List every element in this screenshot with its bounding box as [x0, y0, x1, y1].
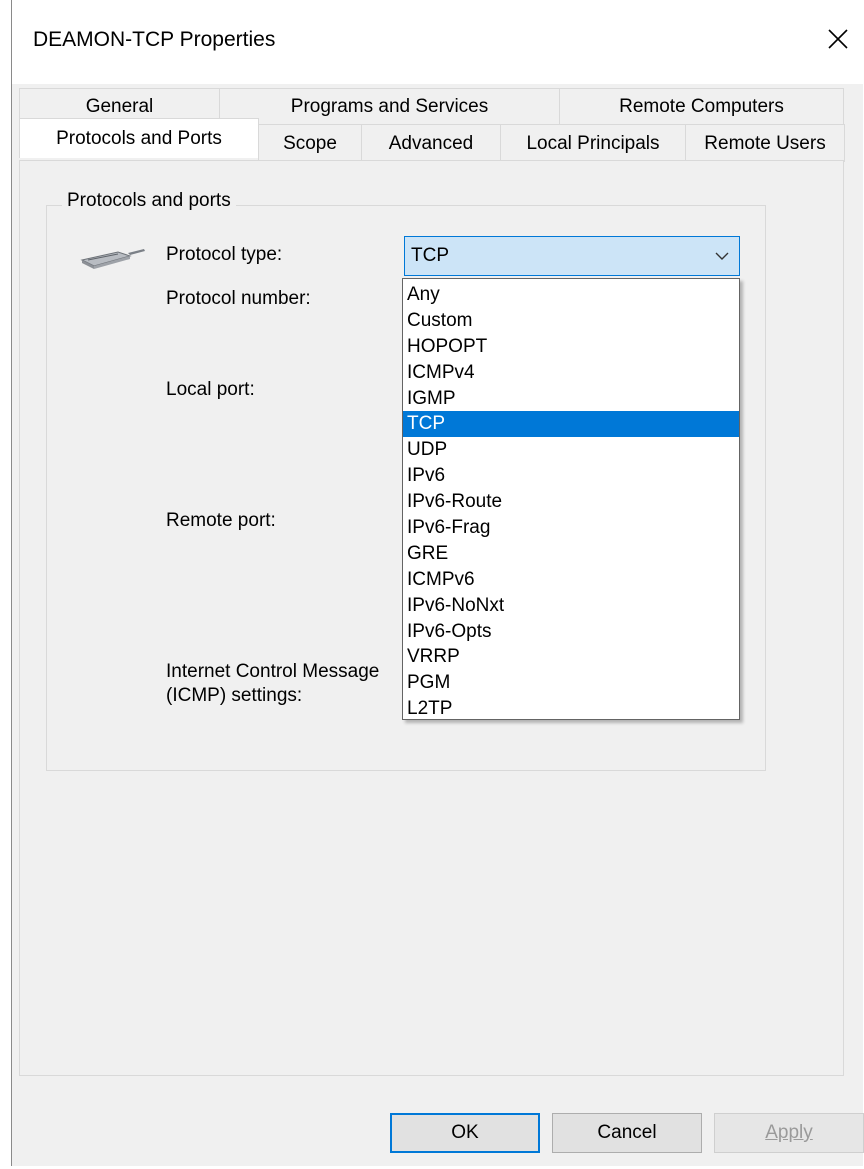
dropdown-option[interactable]: Custom [403, 308, 739, 334]
tab-local-principals[interactable]: Local Principals [500, 124, 686, 162]
cancel-button-label: Cancel [597, 1122, 657, 1143]
dropdown-option[interactable]: ICMPv4 [403, 360, 739, 386]
tab-row-bottom: Protocols and Ports Scope Advanced Local… [19, 118, 845, 162]
dropdown-option[interactable]: ICMPv6 [403, 567, 739, 593]
protocol-type-select[interactable]: TCP [404, 236, 740, 276]
dropdown-option[interactable]: Any [403, 282, 739, 308]
tab-remote-users[interactable]: Remote Users [685, 124, 845, 162]
protocol-type-value: TCP [411, 245, 449, 266]
dropdown-option[interactable]: IPv6-Route [403, 489, 739, 515]
window-title: DEAMON-TCP Properties [33, 28, 276, 51]
dropdown-option[interactable]: PGM [403, 670, 739, 696]
protocol-type-label: Protocol type: [166, 244, 283, 265]
dropdown-option[interactable]: VRRP [403, 644, 739, 670]
dropdown-option[interactable]: GRE [403, 541, 739, 567]
ok-button-label: OK [451, 1122, 479, 1143]
tab-label: Remote Users [704, 132, 826, 154]
protocol-type-dropdown-list[interactable]: Any Custom HOPOPT ICMPv4 IGMP TCP UDP IPv6 IPv6-… [402, 278, 740, 720]
tab-protocols-and-ports[interactable]: Protocols and Ports [19, 118, 259, 158]
dropdown-option[interactable]: TCP [403, 411, 739, 438]
dropdown-option[interactable]: UDP [403, 437, 739, 463]
tab-label: General [85, 95, 154, 117]
apply-button-label: Apply [765, 1122, 813, 1143]
tab-label: Scope [283, 132, 337, 154]
network-cable-icon [80, 249, 145, 269]
dropdown-option[interactable]: HOPOPT [403, 334, 739, 360]
dropdown-option[interactable]: IPv6-Frag [403, 515, 739, 541]
icmp-settings-label-line2: (ICMP) settings: [166, 685, 303, 706]
tab-label: Remote Computers [619, 95, 784, 117]
icmp-settings-label-line1: Internet Control Message [166, 661, 380, 682]
tab-advanced[interactable]: Advanced [361, 124, 501, 162]
dropdown-option[interactable]: IPv6-Opts [403, 619, 739, 645]
close-icon [828, 29, 848, 49]
local-port-label: Local port: [166, 379, 255, 400]
ok-button[interactable]: OK [390, 1113, 540, 1153]
apply-button[interactable]: Apply [714, 1113, 864, 1153]
close-button[interactable] [813, 14, 863, 64]
remote-port-label: Remote port: [166, 510, 276, 531]
background-window-edge [0, 0, 10, 1169]
cancel-button[interactable]: Cancel [552, 1113, 702, 1153]
group-legend: Protocols and ports [62, 190, 236, 212]
tab-label: Protocols and Ports [56, 127, 222, 149]
dropdown-option[interactable]: IPv6-NoNxt [403, 593, 739, 619]
chevron-down-icon [715, 252, 729, 260]
tab-scope[interactable]: Scope [258, 124, 362, 162]
tab-remote-computers[interactable]: Remote Computers [559, 88, 844, 124]
tab-label: Programs and Services [290, 95, 489, 117]
dropdown-option[interactable]: L2TP [403, 696, 739, 722]
dropdown-option[interactable]: IGMP [403, 386, 739, 412]
tab-label: Local Principals [526, 132, 660, 154]
tab-label: Advanced [388, 132, 474, 154]
title-bar: DEAMON-TCP Properties [12, 0, 863, 84]
tab-programs-and-services[interactable]: Programs and Services [219, 88, 560, 124]
protocol-number-label: Protocol number: [166, 288, 311, 309]
dropdown-option[interactable]: IPv6 [403, 463, 739, 489]
